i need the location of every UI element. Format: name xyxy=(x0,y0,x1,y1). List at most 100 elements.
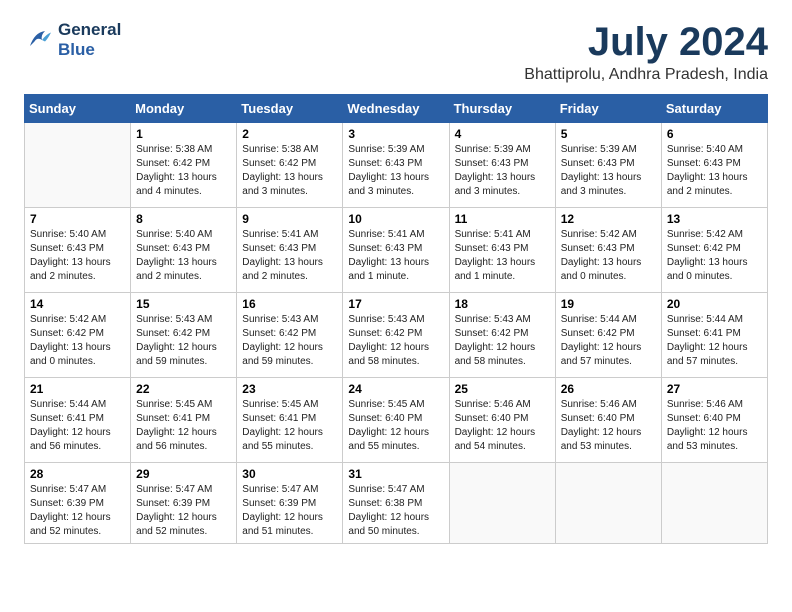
weekday-header: Thursday xyxy=(449,95,555,123)
location: Bhattiprolu, Andhra Pradesh, India xyxy=(524,66,768,84)
day-number: 1 xyxy=(136,127,231,141)
day-info: Sunrise: 5:44 AMSunset: 6:41 PMDaylight:… xyxy=(667,313,762,369)
day-number: 15 xyxy=(136,297,231,311)
calendar-cell xyxy=(661,463,767,544)
day-info: Sunrise: 5:39 AMSunset: 6:43 PMDaylight:… xyxy=(348,143,443,199)
calendar-cell: 10 Sunrise: 5:41 AMSunset: 6:43 PMDayligh… xyxy=(343,208,449,293)
day-number: 3 xyxy=(348,127,443,141)
day-number: 21 xyxy=(30,382,125,396)
calendar-cell: 26 Sunrise: 5:46 AMSunset: 6:40 PMDayligh… xyxy=(555,378,661,463)
day-number: 8 xyxy=(136,212,231,226)
day-info: Sunrise: 5:39 AMSunset: 6:43 PMDaylight:… xyxy=(455,143,550,199)
day-number: 26 xyxy=(561,382,656,396)
day-info: Sunrise: 5:43 AMSunset: 6:42 PMDaylight:… xyxy=(348,313,443,369)
day-number: 11 xyxy=(455,212,550,226)
day-number: 2 xyxy=(242,127,337,141)
day-info: Sunrise: 5:38 AMSunset: 6:42 PMDaylight:… xyxy=(242,143,337,199)
day-number: 28 xyxy=(30,467,125,481)
logo: General Blue xyxy=(24,20,121,60)
calendar-cell: 27 Sunrise: 5:46 AMSunset: 6:40 PMDayligh… xyxy=(661,378,767,463)
day-number: 7 xyxy=(30,212,125,226)
day-info: Sunrise: 5:47 AMSunset: 6:39 PMDaylight:… xyxy=(30,483,125,539)
day-number: 27 xyxy=(667,382,762,396)
calendar-cell: 29Sunrise: 5:47 AMSunset: 6:39 PMDayligh… xyxy=(131,463,237,544)
day-info: Sunrise: 5:40 AMSunset: 6:43 PMDaylight:… xyxy=(667,143,762,199)
day-info: Sunrise: 5:46 AMSunset: 6:40 PMDaylight:… xyxy=(561,398,656,454)
day-info: Sunrise: 5:45 AMSunset: 6:41 PMDaylight:… xyxy=(136,398,231,454)
calendar-cell: 7 Sunrise: 5:40 AMSunset: 6:43 PMDaylight… xyxy=(25,208,131,293)
calendar-week-row: 21 Sunrise: 5:44 AMSunset: 6:41 PMDayligh… xyxy=(25,378,768,463)
day-info: Sunrise: 5:40 AMSunset: 6:43 PMDaylight:… xyxy=(136,228,231,284)
calendar-week-row: 7 Sunrise: 5:40 AMSunset: 6:43 PMDaylight… xyxy=(25,208,768,293)
day-number: 18 xyxy=(455,297,550,311)
day-info: Sunrise: 5:44 AMSunset: 6:42 PMDaylight:… xyxy=(561,313,656,369)
day-number: 9 xyxy=(242,212,337,226)
day-info: Sunrise: 5:38 AMSunset: 6:42 PMDaylight:… xyxy=(136,143,231,199)
calendar-cell: 24Sunrise: 5:45 AMSunset: 6:40 PMDayligh… xyxy=(343,378,449,463)
calendar-week-row: 28 Sunrise: 5:47 AMSunset: 6:39 PMDayligh… xyxy=(25,463,768,544)
calendar-cell: 2 Sunrise: 5:38 AMSunset: 6:42 PMDaylight… xyxy=(237,123,343,208)
calendar-cell: 6Sunrise: 5:40 AMSunset: 6:43 PMDaylight… xyxy=(661,123,767,208)
calendar-cell: 8 Sunrise: 5:40 AMSunset: 6:43 PMDaylight… xyxy=(131,208,237,293)
day-number: 17 xyxy=(348,297,443,311)
day-info: Sunrise: 5:40 AMSunset: 6:43 PMDaylight:… xyxy=(30,228,125,284)
day-info: Sunrise: 5:42 AMSunset: 6:43 PMDaylight:… xyxy=(561,228,656,284)
month-title: July 2024 xyxy=(524,20,768,64)
calendar-cell: 20 Sunrise: 5:44 AMSunset: 6:41 PMDayligh… xyxy=(661,293,767,378)
calendar-cell: 22 Sunrise: 5:45 AMSunset: 6:41 PMDayligh… xyxy=(131,378,237,463)
day-number: 20 xyxy=(667,297,762,311)
calendar-table: SundayMondayTuesdayWednesdayThursdayFrid… xyxy=(24,94,768,544)
calendar-cell: 19Sunrise: 5:44 AMSunset: 6:42 PMDayligh… xyxy=(555,293,661,378)
day-info: Sunrise: 5:45 AMSunset: 6:40 PMDaylight:… xyxy=(348,398,443,454)
calendar-cell: 14Sunrise: 5:42 AMSunset: 6:42 PMDayligh… xyxy=(25,293,131,378)
day-info: Sunrise: 5:47 AMSunset: 6:38 PMDaylight:… xyxy=(348,483,443,539)
calendar-cell: 16 Sunrise: 5:43 AMSunset: 6:42 PMDayligh… xyxy=(237,293,343,378)
day-number: 4 xyxy=(455,127,550,141)
calendar-cell: 5 Sunrise: 5:39 AMSunset: 6:43 PMDaylight… xyxy=(555,123,661,208)
calendar-cell xyxy=(555,463,661,544)
day-number: 12 xyxy=(561,212,656,226)
calendar-cell: 21 Sunrise: 5:44 AMSunset: 6:41 PMDayligh… xyxy=(25,378,131,463)
calendar-cell: 23 Sunrise: 5:45 AMSunset: 6:41 PMDayligh… xyxy=(237,378,343,463)
day-info: Sunrise: 5:45 AMSunset: 6:41 PMDaylight:… xyxy=(242,398,337,454)
day-number: 29 xyxy=(136,467,231,481)
day-info: Sunrise: 5:42 AMSunset: 6:42 PMDaylight:… xyxy=(30,313,125,369)
weekday-header: Tuesday xyxy=(237,95,343,123)
calendar-cell: 18 Sunrise: 5:43 AMSunset: 6:42 PMDayligh… xyxy=(449,293,555,378)
day-info: Sunrise: 5:41 AMSunset: 6:43 PMDaylight:… xyxy=(242,228,337,284)
day-info: Sunrise: 5:44 AMSunset: 6:41 PMDaylight:… xyxy=(30,398,125,454)
calendar-cell: 28 Sunrise: 5:47 AMSunset: 6:39 PMDayligh… xyxy=(25,463,131,544)
day-info: Sunrise: 5:41 AMSunset: 6:43 PMDaylight:… xyxy=(348,228,443,284)
day-info: Sunrise: 5:43 AMSunset: 6:42 PMDaylight:… xyxy=(136,313,231,369)
calendar-cell: 1 Sunrise: 5:38 AMSunset: 6:42 PMDaylight… xyxy=(131,123,237,208)
day-number: 23 xyxy=(242,382,337,396)
day-info: Sunrise: 5:41 AMSunset: 6:43 PMDaylight:… xyxy=(455,228,550,284)
header: General Blue July 2024 Bhattiprolu, Andh… xyxy=(24,20,768,84)
weekday-header: Friday xyxy=(555,95,661,123)
day-number: 5 xyxy=(561,127,656,141)
calendar-cell: 3 Sunrise: 5:39 AMSunset: 6:43 PMDaylight… xyxy=(343,123,449,208)
calendar-cell: 4 Sunrise: 5:39 AMSunset: 6:43 PMDaylight… xyxy=(449,123,555,208)
day-info: Sunrise: 5:47 AMSunset: 6:39 PMDaylight:… xyxy=(242,483,337,539)
logo-icon xyxy=(24,25,54,55)
day-number: 30 xyxy=(242,467,337,481)
day-number: 25 xyxy=(455,382,550,396)
day-info: Sunrise: 5:46 AMSunset: 6:40 PMDaylight:… xyxy=(455,398,550,454)
day-info: Sunrise: 5:39 AMSunset: 6:43 PMDaylight:… xyxy=(561,143,656,199)
day-number: 22 xyxy=(136,382,231,396)
calendar-cell: 25 Sunrise: 5:46 AMSunset: 6:40 PMDayligh… xyxy=(449,378,555,463)
day-info: Sunrise: 5:46 AMSunset: 6:40 PMDaylight:… xyxy=(667,398,762,454)
day-info: Sunrise: 5:43 AMSunset: 6:42 PMDaylight:… xyxy=(455,313,550,369)
calendar-cell: 9 Sunrise: 5:41 AMSunset: 6:43 PMDaylight… xyxy=(237,208,343,293)
day-number: 10 xyxy=(348,212,443,226)
day-number: 13 xyxy=(667,212,762,226)
weekday-header: Sunday xyxy=(25,95,131,123)
day-info: Sunrise: 5:43 AMSunset: 6:42 PMDaylight:… xyxy=(242,313,337,369)
day-info: Sunrise: 5:42 AMSunset: 6:42 PMDaylight:… xyxy=(667,228,762,284)
weekday-header: Saturday xyxy=(661,95,767,123)
calendar-cell: 31Sunrise: 5:47 AMSunset: 6:38 PMDayligh… xyxy=(343,463,449,544)
logo-text: General Blue xyxy=(58,20,121,60)
weekday-header: Wednesday xyxy=(343,95,449,123)
day-number: 16 xyxy=(242,297,337,311)
calendar-cell: 30 Sunrise: 5:47 AMSunset: 6:39 PMDayligh… xyxy=(237,463,343,544)
